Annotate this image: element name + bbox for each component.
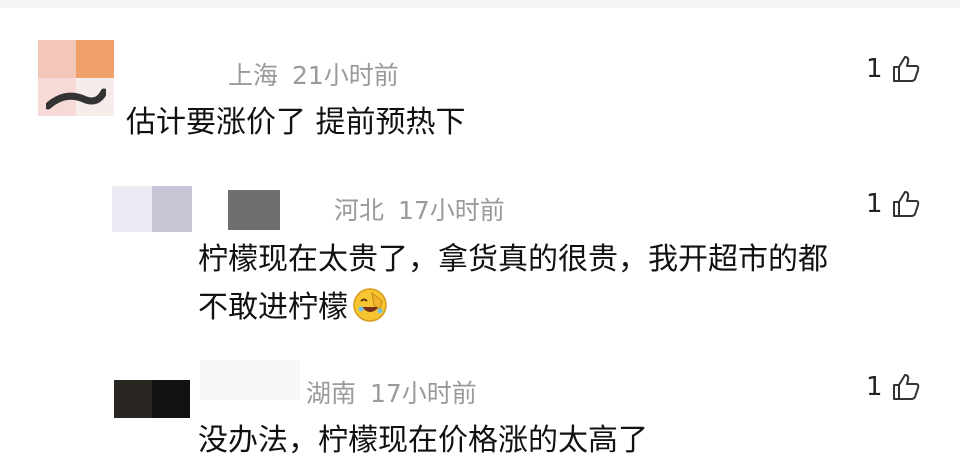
top-divider xyxy=(0,0,960,8)
timestamp: 17小时前 xyxy=(369,379,477,408)
timestamp: 17小时前 xyxy=(397,196,505,225)
comment-meta: 湖南 17小时前 xyxy=(306,374,477,410)
comment-meta: 上海 21小时前 xyxy=(228,56,399,92)
timestamp: 21小时前 xyxy=(291,61,399,90)
comment-text-line: 没办法，柠檬现在价格涨的太高了 xyxy=(198,423,648,458)
comment-text: 柠檬现在太贵了，拿货真的很贵，我开超市的都 不敢进柠檬 xyxy=(198,236,828,338)
comment-text-line: 估计要涨价了 提前预热下 xyxy=(126,105,466,140)
thumbs-up-icon xyxy=(891,54,921,84)
location-label: 上海 xyxy=(228,61,279,90)
comment-text: 没办法，柠檬现在价格涨的太高了 xyxy=(198,417,648,465)
thumbs-up-icon xyxy=(891,372,921,402)
comment-text-line: 柠檬现在太贵了，拿货真的很贵，我开超市的都 xyxy=(198,242,828,277)
avatar[interactable] xyxy=(38,40,114,116)
comment-text-line: 不敢进柠檬 xyxy=(198,290,348,325)
facepalm-laugh-emoji xyxy=(352,287,388,338)
like-button[interactable]: 1 xyxy=(866,54,921,84)
location-label: 河北 xyxy=(334,196,385,225)
like-count: 1 xyxy=(866,189,883,219)
avatar-second xyxy=(228,190,280,230)
comment-meta: 河北 17小时前 xyxy=(334,191,505,227)
avatar[interactable] xyxy=(114,380,190,418)
comment-text: 估计要涨价了 提前预热下 xyxy=(126,99,466,147)
like-button[interactable]: 1 xyxy=(866,372,921,402)
like-button[interactable]: 1 xyxy=(866,189,921,219)
location-label: 湖南 xyxy=(306,379,357,408)
like-count: 1 xyxy=(866,372,883,402)
thumbs-up-icon xyxy=(891,189,921,219)
like-count: 1 xyxy=(866,54,883,84)
avatar-second xyxy=(200,360,300,400)
avatar[interactable] xyxy=(112,186,192,232)
